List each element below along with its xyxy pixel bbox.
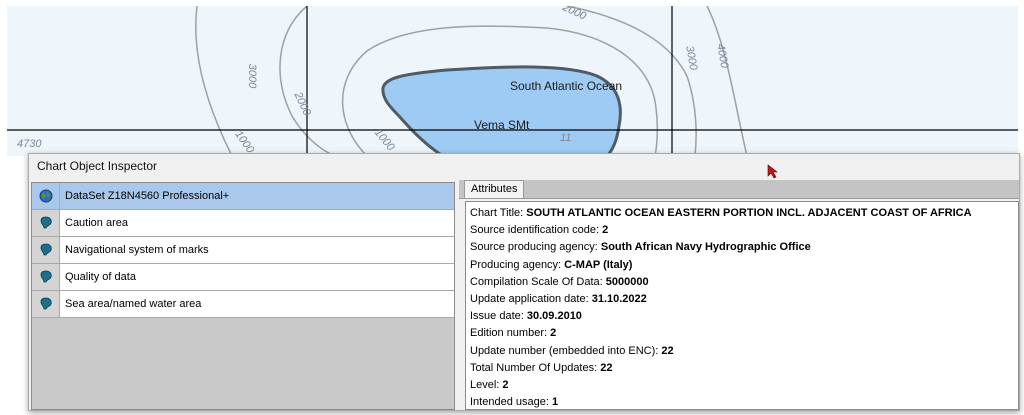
object-list-item-navigational-system[interactable]: Navigational system of marks — [32, 237, 454, 264]
depth-contour-2000-left — [279, 6, 338, 156]
attribute-row: Producing agency: C-MAP (Italy) — [470, 257, 1018, 274]
attribute-value: SOUTH ATLANTIC OCEAN EASTERN PORTION INC… — [526, 207, 972, 219]
attribute-value: 22 — [661, 344, 674, 357]
attribute-row: Level: 2 — [470, 377, 1018, 394]
attribute-value: 1 — [551, 396, 559, 409]
attribute-value: 2 — [502, 378, 509, 391]
attribute-value: 22 — [600, 361, 613, 374]
object-list-item-quality-of-data[interactable]: Quality of data — [32, 264, 454, 291]
attributes-pane: Attributes Chart Title: SOUTH ATLANTIC O… — [459, 180, 1019, 410]
chart-map-view[interactable]: South Atlantic Ocean Vema SMt 2000 3000 … — [7, 6, 1018, 156]
attribute-key: Update application date: — [470, 292, 592, 305]
attribute-value: South African Navy Hydrographic Office — [600, 241, 811, 254]
attribute-key: Update number (embedded into ENC): — [470, 344, 662, 357]
depth-contour-outer — [195, 6, 233, 156]
object-list-item-dataset[interactable]: DataSet Z18N4560 Professional+ — [32, 183, 454, 210]
attribute-row: Update application date: 31.10.2022 — [470, 291, 1018, 308]
attribute-key: Issue date: — [470, 310, 527, 323]
chart-object-icon — [32, 237, 60, 263]
place-label-vema-smt: Vema SMt — [474, 118, 530, 132]
object-list-item-caution-area[interactable]: Caution area — [32, 210, 454, 237]
attribute-key: Level: — [470, 378, 503, 391]
chart-object-icon — [32, 291, 60, 317]
object-list-item-label: Quality of data — [65, 271, 136, 283]
chart-object-inspector-window[interactable]: Chart Object Inspector DataSet Z18N4560 … — [28, 153, 1020, 411]
attribute-row: Issue date: 30.09.2010 — [470, 308, 1018, 325]
attribute-row: Source identification code: 2 — [470, 222, 1018, 239]
attribute-row: Edition number: 2 — [470, 325, 1018, 342]
attribute-key: Source identification code: — [470, 224, 603, 237]
attribute-value: 2 — [602, 224, 609, 237]
place-label-south-atlantic-ocean: South Atlantic Ocean — [510, 79, 623, 93]
object-list-item-label: Navigational system of marks — [65, 244, 209, 256]
chart-object-icon — [32, 210, 60, 236]
chart-object-icon — [32, 264, 60, 290]
window-title: Chart Object Inspector — [29, 154, 1019, 178]
attribute-row: Update number (embedded into ENC): 22 — [470, 343, 1018, 360]
attribute-value: 2 — [550, 327, 557, 340]
attribute-row: Chart Title: SOUTH ATLANTIC OCEAN EASTER… — [470, 205, 1018, 222]
attribute-row: Source producing agency: South African N… — [470, 239, 1018, 256]
tab-strip — [459, 180, 1019, 199]
attribute-key: Producing agency: — [470, 258, 565, 271]
attribute-row: Compilation Scale Of Data: 5000000 — [470, 274, 1018, 291]
depth-contour-outer-right — [706, 6, 748, 156]
attribute-value: C-MAP (Italy) — [564, 258, 633, 271]
mouse-cursor-icon — [767, 164, 778, 179]
globe-icon — [32, 183, 60, 209]
attribute-key: Source producing agency: — [470, 241, 601, 254]
object-list-item-sea-area[interactable]: Sea area/named water area — [32, 291, 454, 318]
object-list-item-label: DataSet Z18N4560 Professional+ — [65, 190, 230, 202]
tab-attributes[interactable]: Attributes — [464, 180, 525, 198]
coordinate-label: 4730 — [17, 138, 42, 150]
attribute-value: 5000000 — [605, 275, 649, 288]
depth-label: 11 — [560, 132, 572, 144]
attribute-key: Compilation Scale Of Data: — [470, 275, 606, 288]
object-list-item-label: Caution area — [65, 217, 128, 229]
attribute-key: Edition number: — [470, 327, 551, 340]
attribute-value: 31.10.2022 — [591, 292, 647, 305]
attribute-key: Chart Title: — [470, 207, 527, 219]
attribute-key: Total Number Of Updates: — [470, 361, 601, 374]
attribute-row: Intended usage: 1 — [470, 394, 1018, 409]
attributes-list[interactable]: Chart Title: SOUTH ATLANTIC OCEAN EASTER… — [465, 201, 1019, 410]
object-list-item-label: Sea area/named water area — [65, 298, 202, 310]
object-list[interactable]: DataSet Z18N4560 Professional+ Caution a… — [31, 182, 455, 410]
attribute-row: Total Number Of Updates: 22 — [470, 360, 1018, 377]
attribute-value: 30.09.2010 — [526, 310, 582, 323]
attribute-key: Intended usage: — [470, 396, 552, 409]
depth-label: 3000 — [246, 63, 259, 89]
